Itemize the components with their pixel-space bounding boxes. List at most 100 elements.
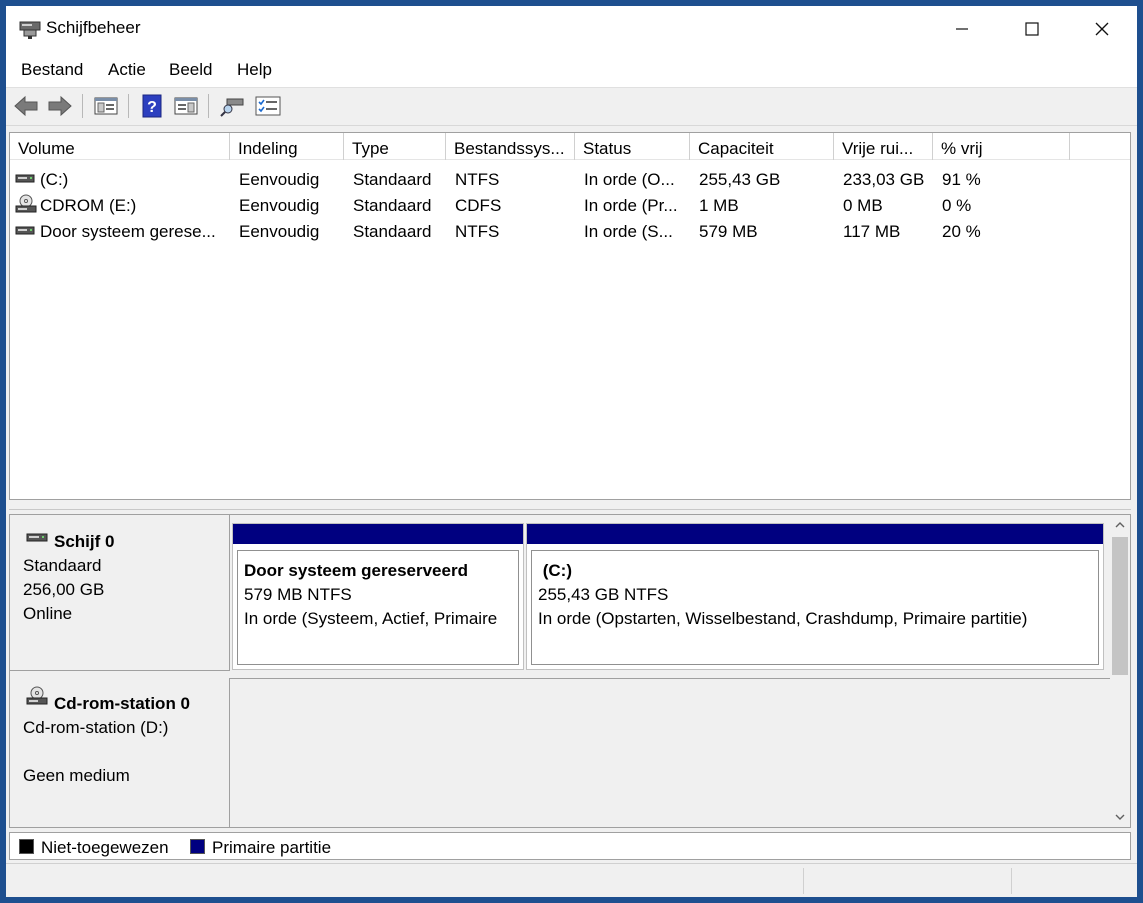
status-divider (803, 868, 804, 894)
scroll-down-icon[interactable] (1115, 813, 1125, 821)
disk-management-window: Schijfbeheer Bestand Actie Beeld Help ? (6, 6, 1137, 897)
legend-swatch-primary (190, 839, 205, 854)
disk-type: Cd-rom-station (D:) (23, 718, 169, 737)
partition-size: 255,43 GB NTFS (538, 585, 669, 604)
menu-bestand[interactable]: Bestand (21, 60, 83, 80)
legend-label-unallocated: Niet-toegewezen (41, 838, 169, 857)
cell-bestandssysteem: NTFS (455, 222, 500, 241)
column-header-vrije-ruimte[interactable]: Vrije rui... (834, 133, 933, 160)
minimize-icon (956, 27, 968, 30)
cell-indeling: Eenvoudig (239, 196, 320, 215)
disk-0-label[interactable]: Schijf 0 Standaard 256,00 GB Online (10, 515, 230, 671)
table-row[interactable]: Door systeem gerese... Eenvoudig Standaa… (10, 219, 1130, 244)
menu-actie[interactable]: Actie (108, 60, 146, 80)
menu-beeld[interactable]: Beeld (169, 60, 212, 80)
properties-button[interactable] (254, 93, 282, 119)
cell-indeling: Eenvoudig (239, 222, 320, 241)
cell-percent-vrij: 91 % (942, 170, 981, 189)
minimize-button[interactable] (927, 6, 997, 51)
cell-percent-vrij: 20 % (942, 222, 981, 241)
svg-text:?: ? (147, 99, 157, 116)
action-pane-button[interactable] (172, 93, 200, 119)
partition-type-bar (233, 524, 523, 544)
disk-type: Standaard (23, 556, 102, 575)
legend-label-primary: Primaire partitie (212, 838, 332, 857)
legend: Niet-toegewezen Primaire partitie (9, 832, 1131, 860)
forward-arrow-icon (48, 95, 72, 117)
table-row[interactable]: (C:) Eenvoudig Standaard NTFS In orde (O… (10, 167, 1130, 192)
pane-splitter[interactable] (9, 500, 1131, 510)
scroll-thumb[interactable] (1112, 537, 1128, 675)
rescan-disks-button[interactable] (218, 93, 246, 119)
cell-capaciteit: 579 MB (699, 222, 758, 241)
partition-body: (C:) 255,43 GB NTFS In orde (Opstarten, … (531, 550, 1099, 665)
disk-name: Cd-rom-station 0 (54, 694, 190, 713)
column-header-type[interactable]: Type (344, 133, 446, 160)
close-icon (1095, 22, 1109, 35)
menu-bar: Bestand Actie Beeld Help (6, 51, 1137, 88)
status-bar (6, 863, 1137, 897)
column-header-bestandssysteem[interactable]: Bestandssys... (446, 133, 575, 160)
console-tree-button[interactable] (92, 93, 120, 119)
volume-list: Volume Indeling Type Bestandssys... Stat… (9, 132, 1131, 500)
cell-status: In orde (S... (584, 222, 673, 241)
disk-state: Online (23, 604, 73, 623)
cell-type: Standaard (353, 170, 432, 189)
title-bar: Schijfbeheer (6, 6, 1137, 51)
cell-type: Standaard (353, 196, 432, 215)
disk-icon (26, 533, 48, 542)
menu-help[interactable]: Help (237, 60, 272, 80)
disk-graphical-view: Schijf 0 Standaard 256,00 GB Online Door… (9, 514, 1131, 828)
column-header-indeling[interactable]: Indeling (230, 133, 344, 160)
cell-indeling: Eenvoudig (239, 170, 320, 189)
drive-icon (15, 226, 35, 235)
back-arrow-icon (14, 95, 38, 117)
cdrom-icon (26, 686, 48, 705)
maximize-button[interactable] (997, 6, 1067, 51)
back-button[interactable] (12, 93, 40, 119)
help-icon: ? (142, 94, 162, 118)
close-button[interactable] (1067, 6, 1137, 51)
disk-management-icon (19, 21, 41, 39)
partition-type-bar (527, 524, 1103, 544)
window-title: Schijfbeheer (46, 18, 141, 37)
cell-capaciteit: 255,43 GB (699, 170, 781, 189)
forward-button[interactable] (46, 93, 74, 119)
rescan-disks-icon (220, 98, 244, 117)
cell-bestandssysteem: CDFS (455, 196, 502, 215)
table-row[interactable]: CDROM (E:) Eenvoudig Standaard CDFS In o… (10, 193, 1130, 218)
help-button[interactable]: ? (138, 93, 166, 119)
cell-vrije-ruimte: 117 MB (843, 222, 901, 241)
partition-status: In orde (Systeem, Actief, Primaire (244, 609, 498, 628)
cell-volume: Door systeem gerese... (40, 222, 216, 241)
column-header-volume[interactable]: Volume (10, 133, 230, 160)
column-header-capaciteit[interactable]: Capaciteit (690, 133, 834, 160)
properties-checklist-icon (255, 96, 281, 116)
list-header: Volume Indeling Type Bestandssys... Stat… (10, 133, 1130, 160)
cell-vrije-ruimte: 233,03 GB (843, 170, 925, 189)
vertical-scrollbar[interactable] (1110, 515, 1130, 827)
partition-title: (C:) (538, 561, 572, 580)
scroll-up-icon[interactable] (1115, 521, 1125, 529)
cdrom-0-area[interactable] (230, 678, 1110, 827)
maximize-icon (1025, 21, 1039, 36)
toolbar-separator (208, 94, 209, 118)
cdrom-0-label[interactable]: Cd-rom-station 0 Cd-rom-station (D:) Gee… (10, 678, 230, 827)
action-pane-icon (174, 97, 198, 115)
cell-percent-vrij: 0 % (942, 196, 972, 215)
cell-status: In orde (O... (584, 170, 675, 189)
column-header-status[interactable]: Status (575, 133, 690, 160)
column-header-percent-vrij[interactable]: % vrij (933, 133, 1070, 160)
partition-size: 579 MB NTFS (244, 585, 352, 604)
cell-status: In orde (Pr... (584, 196, 678, 215)
partition-title: Door systeem gereserveerd (244, 561, 468, 580)
drive-icon (15, 174, 35, 183)
cell-capaciteit: 1 MB (699, 196, 739, 215)
cell-volume: CDROM (E:) (40, 196, 137, 215)
cell-bestandssysteem: NTFS (455, 170, 500, 189)
cdrom-icon (15, 194, 37, 213)
partition-c[interactable]: (C:) 255,43 GB NTFS In orde (Opstarten, … (526, 523, 1104, 670)
partition-system-reserved[interactable]: Door systeem gereserveerd 579 MB NTFS In… (232, 523, 524, 670)
legend-swatch-unallocated (19, 839, 34, 854)
partition-status: In orde (Opstarten, Wisselbestand, Crash… (538, 609, 1028, 628)
